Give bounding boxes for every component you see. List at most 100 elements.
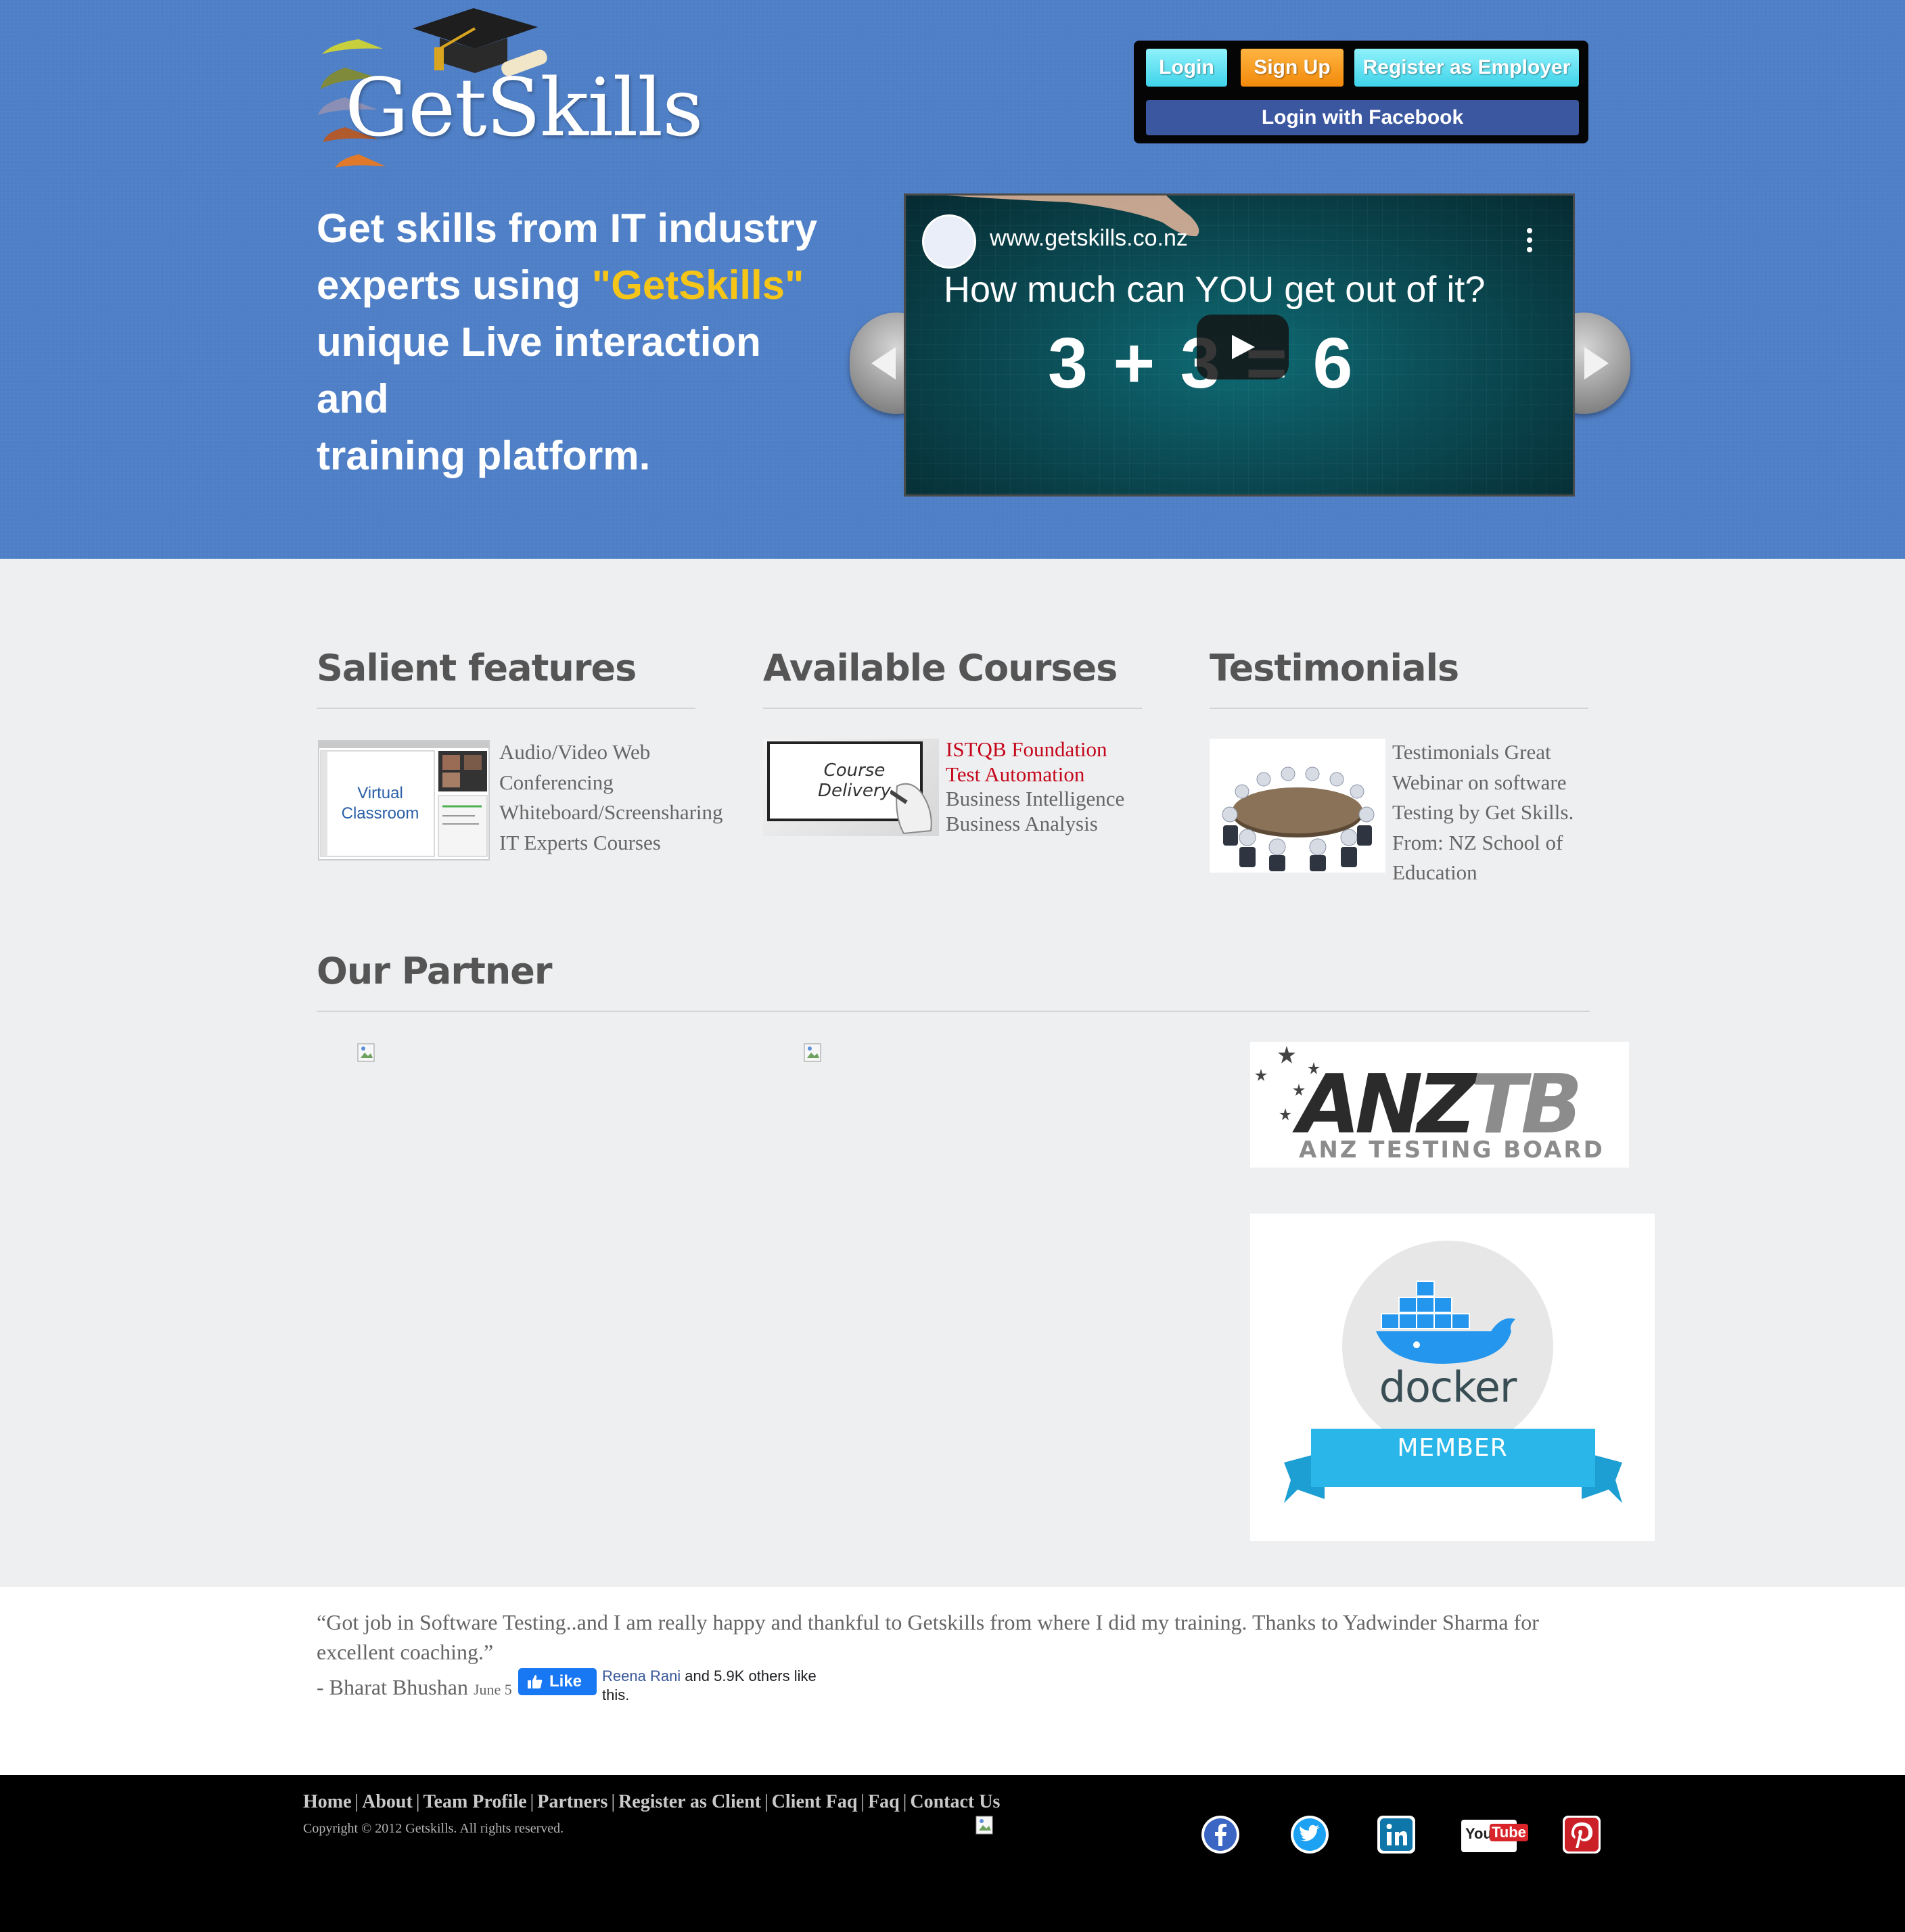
twitter-icon[interactable] [1289, 1814, 1330, 1855]
footer-link-contact-us[interactable]: Contact Us [910, 1791, 1000, 1812]
broken-image-icon [357, 1043, 375, 1062]
salient-features-list: Audio/Video Web Conferencing Whiteboard/… [499, 737, 723, 858]
facebook-like-button[interactable]: Like [518, 1668, 597, 1695]
video-player[interactable]: www.getskills.co.nz How much can YOU get… [904, 193, 1575, 497]
separator: | [860, 1791, 865, 1812]
quote-date: June 5 [473, 1681, 512, 1698]
hero-tagline: Get skills from IT industry experts usin… [317, 200, 844, 484]
login-button[interactable]: Login [1146, 49, 1227, 87]
thumbs-up-icon [528, 1675, 543, 1688]
anztb-subtitle: ANZ TESTING BOARD [1299, 1136, 1605, 1164]
auth-panel: Login Sign Up Register as Employer Login… [1134, 41, 1588, 143]
docker-whale-icon [1376, 1281, 1515, 1364]
virtual-label: Virtual [357, 784, 403, 802]
docker-member-badge[interactable]: docker MEMBER [1250, 1214, 1655, 1541]
anztb-wordmark: ANZTB [1298, 1065, 1583, 1146]
divider [317, 1011, 1590, 1012]
footer-link-faq[interactable]: Faq [868, 1791, 900, 1812]
footer-link-partners[interactable]: Partners [537, 1791, 607, 1812]
testimonial-line: Testing by Get Skills. [1392, 800, 1574, 824]
signup-button[interactable]: Sign Up [1241, 49, 1344, 87]
anztb-partner-logo[interactable]: ANZTB ANZ TESTING BOARD [1250, 1042, 1629, 1168]
copyright-text: Copyright © 2012 Getskills. All rights r… [303, 1821, 564, 1836]
available-courses-heading: Available Courses [763, 647, 1118, 689]
graduation-cap-icon [413, 8, 547, 76]
testimonials-heading: Testimonials [1210, 647, 1459, 689]
quote-author: - Bharat Bhushan June 5 [317, 1675, 512, 1700]
course-link-istqb[interactable]: ISTQB Foundation [946, 737, 1124, 762]
channel-avatar[interactable] [922, 214, 976, 269]
testimonial-quote-band: “Got job in Software Testing..and I am r… [0, 1587, 1905, 1775]
footer-link-about[interactable]: About [362, 1791, 413, 1812]
course-delivery-image: Course Delivery [763, 739, 939, 836]
docker-wordmark: docker [1379, 1362, 1517, 1412]
chevron-right-icon [1584, 347, 1609, 380]
like-label: Like [549, 1672, 582, 1690]
course-link-test-automation[interactable]: Test Automation [946, 762, 1124, 787]
youtube-you: You [1465, 1825, 1492, 1842]
testimonial-quote: “Got job in Software Testing..and I am r… [317, 1610, 1539, 1664]
play-icon [1232, 335, 1255, 359]
video-more-icon[interactable] [1524, 228, 1535, 255]
classroom-label: Classroom [341, 804, 419, 823]
footer-nav: Home | About | Team Profile | Partners | Registe… [303, 1791, 1000, 1813]
video-channel-url[interactable]: www.getskills.co.nz [990, 225, 1188, 252]
broken-image-icon [804, 1043, 821, 1062]
hero-line-4: training platform. [317, 433, 651, 478]
hero-line-2-prefix: experts using [317, 262, 592, 308]
separator: | [530, 1791, 534, 1812]
chevron-left-icon [871, 347, 896, 380]
our-partner-heading: Our Partner [317, 950, 552, 992]
meeting-table-illustration [1222, 766, 1375, 871]
salient-features-heading: Salient features [317, 647, 637, 689]
broken-image-icon [976, 1816, 993, 1835]
separator: | [902, 1791, 907, 1812]
hero-line-3: unique Live interaction and [317, 319, 761, 421]
quote-author-name: - Bharat Bhushan [317, 1675, 468, 1699]
salient-item: Conferencing [499, 770, 614, 794]
facebook-icon[interactable] [1200, 1814, 1241, 1855]
divider [763, 708, 1142, 709]
courses-list: ISTQB Foundation Test Automation Busines… [946, 737, 1124, 836]
testimonial-line: Education [1392, 860, 1477, 884]
separator: | [611, 1791, 616, 1812]
separator: | [354, 1791, 359, 1812]
meeting-table-image [1210, 739, 1385, 873]
header-banner: GetSkills Login Sign Up Register as Empl… [0, 0, 1905, 559]
hero-line-2: experts using "GetSkills" [317, 257, 844, 314]
footer-link-register-client[interactable]: Register as Client [618, 1791, 761, 1812]
footer-link-team-profile[interactable]: Team Profile [423, 1791, 526, 1812]
getskills-logo[interactable]: GetSkills [318, 7, 710, 176]
testimonial-summary: Testimonials Great Webinar on software T… [1392, 737, 1588, 888]
facebook-login-button[interactable]: Login with Facebook [1146, 100, 1579, 135]
course-board-line: Course [823, 760, 886, 781]
like-friend-name[interactable]: Reena Rani [602, 1668, 681, 1684]
salient-item: Audio/Video Web [499, 740, 651, 764]
salient-item: IT Experts Courses [499, 830, 661, 854]
separator: | [415, 1791, 420, 1812]
virtual-classroom-image: Virtual Classroom [318, 740, 490, 860]
register-employer-button[interactable]: Register as Employer [1354, 49, 1579, 87]
separator: | [764, 1791, 768, 1812]
salient-item: Whiteboard/Screensharing [499, 800, 723, 824]
linkedin-icon[interactable] [1376, 1814, 1417, 1855]
youtube-icon[interactable]: You Tube [1461, 1820, 1528, 1852]
course-item: Business Analysis [946, 811, 1098, 835]
hand-marker-icon [890, 783, 932, 835]
docker-member-label: MEMBER [1397, 1434, 1508, 1462]
docker-circle: docker [1342, 1241, 1553, 1452]
pinterest-icon[interactable] [1561, 1814, 1602, 1855]
divider [317, 708, 695, 709]
video-play-button[interactable] [1197, 315, 1289, 380]
testimonial-line: Testimonials Great [1392, 740, 1551, 764]
divider [1210, 708, 1588, 709]
hero-line-1: Get skills from IT industry [317, 206, 818, 251]
youtube-tube: Tube [1490, 1824, 1528, 1841]
testimonial-line: From: NZ School of [1392, 830, 1563, 854]
footer-link-home[interactable]: Home [303, 1791, 352, 1812]
hero-highlight: "GetSkills" [591, 262, 804, 308]
footer-link-client-faq[interactable]: Client Faq [772, 1791, 858, 1812]
course-item: Business Intelligence [946, 787, 1125, 810]
video-title-text: How much can YOU get out of it? [944, 269, 1486, 310]
facebook-like-count: Reena Rani and 5.9K others like this. [602, 1667, 846, 1705]
